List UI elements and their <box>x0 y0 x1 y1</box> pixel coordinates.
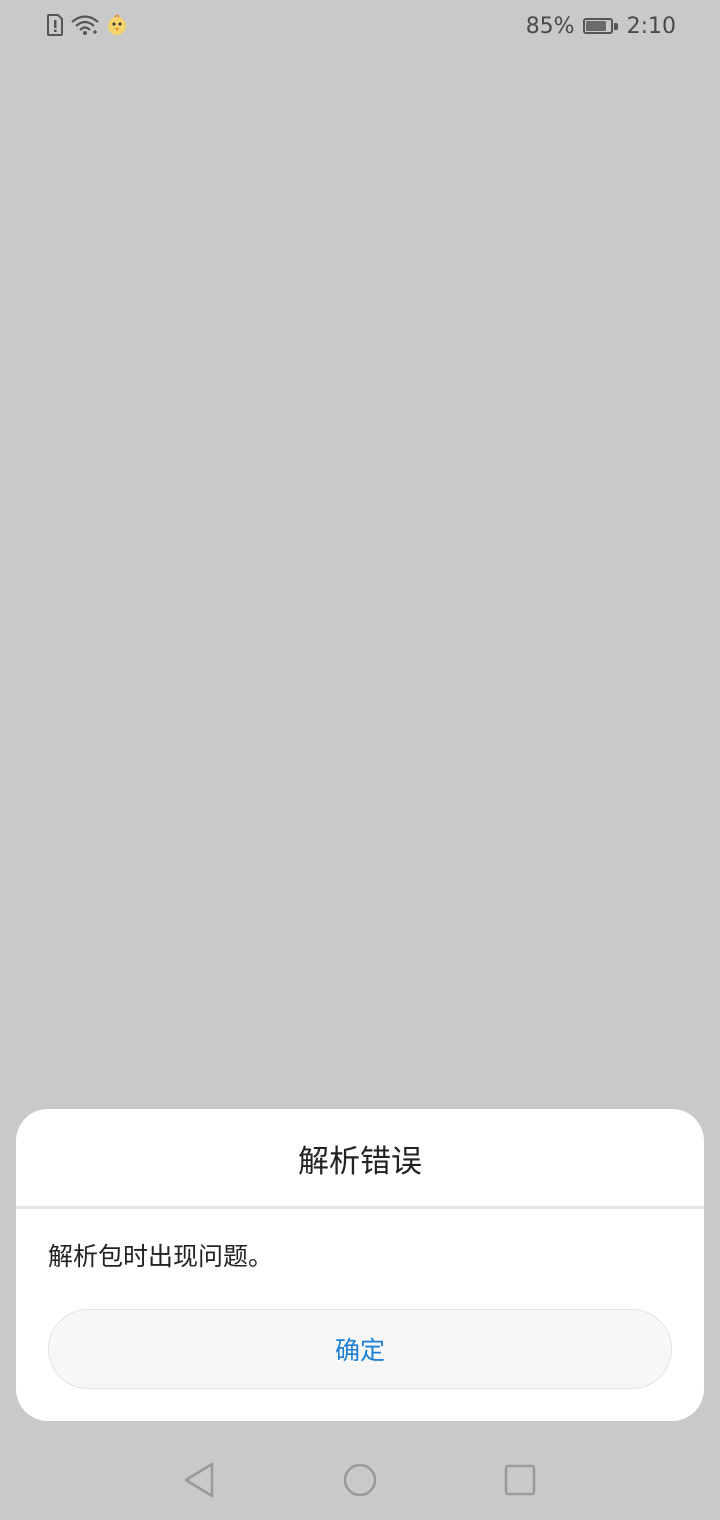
battery-percent: 85% <box>525 14 575 39</box>
dialog-title: 解析错误 <box>298 1143 422 1180</box>
recents-icon[interactable] <box>500 1460 540 1500</box>
home-icon[interactable] <box>340 1460 380 1500</box>
clock: 2:10 <box>626 14 676 39</box>
status-icons-right: 85% 2:10 <box>526 14 676 39</box>
sim-alert-icon <box>47 14 63 36</box>
status-bar: 85% 2:10 <box>0 0 720 56</box>
navigation-bar <box>0 1440 720 1520</box>
battery-icon <box>582 17 619 36</box>
parse-error-dialog: 解析错误 解析包时出现问题。 确定 <box>16 1109 704 1421</box>
back-icon[interactable] <box>180 1460 220 1500</box>
confirm-button[interactable]: 确定 <box>48 1309 672 1389</box>
chick-emoji-icon <box>108 14 126 35</box>
dialog-message: 解析包时出现问题。 <box>48 1242 274 1271</box>
wifi-icon <box>71 15 99 35</box>
status-icons-left <box>46 14 128 36</box>
dialog-divider <box>16 1206 704 1209</box>
